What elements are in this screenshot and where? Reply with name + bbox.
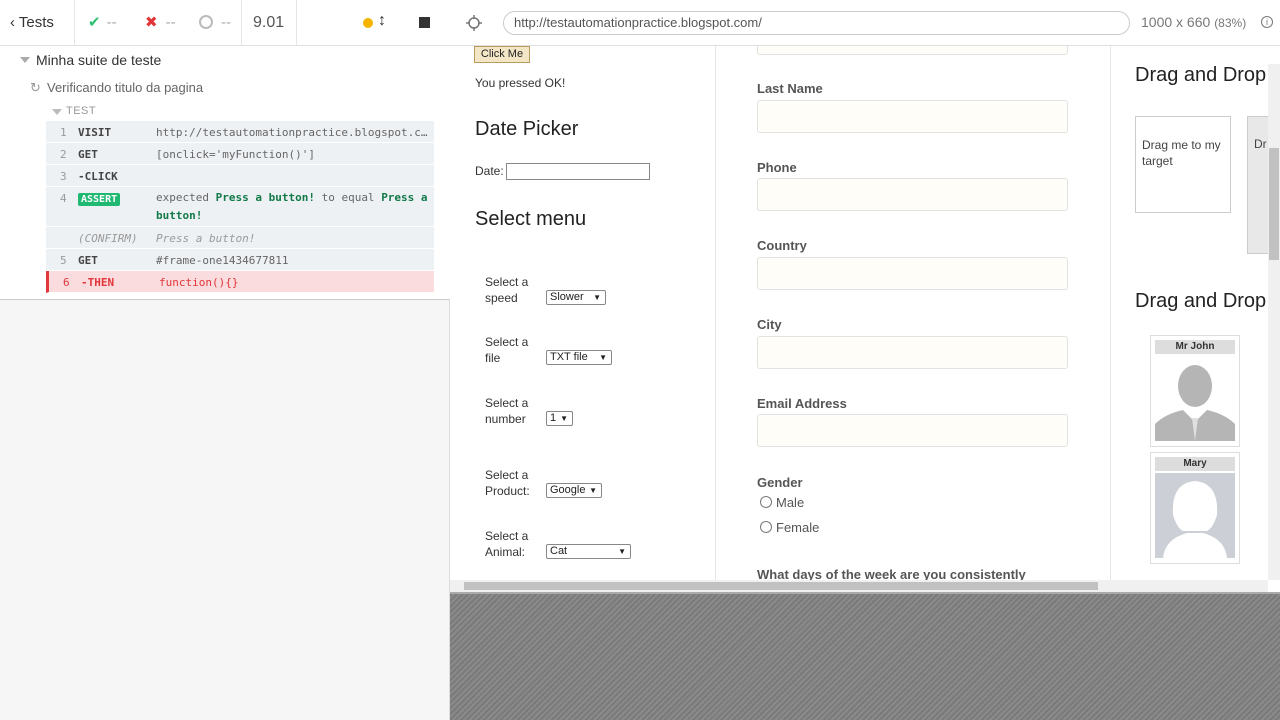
country-input[interactable] xyxy=(757,257,1068,290)
phone-label: Phone xyxy=(757,160,797,175)
viewport-background xyxy=(450,594,1280,720)
email-label: Email Address xyxy=(757,396,847,411)
animal-select[interactable]: Cat xyxy=(546,544,631,559)
select-label: Select a Animal: xyxy=(485,529,529,559)
person-name: Mr John xyxy=(1155,340,1235,354)
column-divider xyxy=(715,46,716,580)
failed-count: ✖ -- xyxy=(145,14,176,31)
last-name-input[interactable] xyxy=(757,100,1068,133)
url-field[interactable]: http://testautomationpractice.blogspot.c… xyxy=(503,11,1130,35)
date-picker-heading: Date Picker xyxy=(475,118,579,140)
file-select[interactable]: TXT file xyxy=(546,350,612,365)
date-input[interactable] xyxy=(506,163,650,180)
select-label: Select a file xyxy=(485,335,529,365)
date-label: Date: xyxy=(475,164,504,178)
spinner-icon: ↻ xyxy=(30,80,41,95)
stop-button[interactable] xyxy=(419,17,430,28)
divider xyxy=(241,0,242,46)
drag-drop-heading-2: Drag and Drop xyxy=(1135,290,1267,312)
selector-playground-icon[interactable] xyxy=(465,14,483,32)
command-row-assert[interactable]: 4 ASSERT expected Press a button! to equ… xyxy=(46,187,434,227)
draggable-box[interactable]: Drag me to my target xyxy=(1135,116,1231,213)
suite-title[interactable]: Minha suite de teste xyxy=(36,52,161,68)
test-section-label: TEST xyxy=(66,105,97,117)
drag-drop-heading: Drag and Drop xyxy=(1135,64,1267,86)
app-under-test: Click Me You pressed OK! Date Picker Dat… xyxy=(450,46,1280,594)
horizontal-scrollbar[interactable] xyxy=(450,580,1268,592)
test-tree: Minha suite de teste ↻ Verificando titul… xyxy=(0,46,450,300)
scroll-toggle-icon[interactable]: ↕ xyxy=(378,12,386,30)
divider xyxy=(296,0,297,46)
assert-badge: ASSERT xyxy=(78,193,121,206)
tests-back-button[interactable]: ‹ Tests xyxy=(10,0,54,46)
person-name: Mary xyxy=(1155,457,1235,471)
passed-count: ✔ -- xyxy=(88,14,117,31)
speed-select[interactable]: Slower xyxy=(546,290,606,305)
scroll-thumb[interactable] xyxy=(1269,148,1279,260)
command-log: 1 VISIT http://testautomationpractice.bl… xyxy=(46,121,434,293)
select-label: Select a Product: xyxy=(485,468,530,498)
gallery-item[interactable]: Mary xyxy=(1150,452,1240,564)
select-menu-heading: Select menu xyxy=(475,208,587,230)
country-label: Country xyxy=(757,238,807,253)
command-row[interactable]: 2 GET [onclick='myFunction()'] xyxy=(46,143,434,165)
column-divider xyxy=(1110,46,1111,580)
last-name-label: Last Name xyxy=(757,81,823,96)
click-me-button[interactable]: Click Me xyxy=(474,46,530,63)
test-title[interactable]: Verificando titulo da pagina xyxy=(47,80,203,95)
female-radio[interactable] xyxy=(760,521,772,533)
email-input[interactable] xyxy=(757,414,1068,447)
number-select[interactable]: 1 xyxy=(546,411,573,426)
female-label[interactable]: Female xyxy=(776,520,819,535)
select-label: Select a number xyxy=(485,396,529,426)
viewport-size: 1000 x 660 (83%) xyxy=(1141,14,1247,30)
city-input[interactable] xyxy=(757,336,1068,369)
info-icon[interactable]: i xyxy=(1261,16,1273,28)
stats-bar: ‹ Tests ✔ -- ✖ -- -- 9.01 ↕ xyxy=(0,0,450,46)
gender-label: Gender xyxy=(757,475,803,490)
city-label: City xyxy=(757,317,782,332)
product-select[interactable]: Google xyxy=(546,483,602,498)
command-row[interactable]: 1 VISIT http://testautomationpractice.bl… xyxy=(46,121,434,143)
check-icon: ✔ xyxy=(88,14,101,31)
command-row-failed[interactable]: 6 -THEN function(){} xyxy=(46,271,434,293)
command-row[interactable]: 5 GET #frame-one1434677811 xyxy=(46,249,434,271)
collapse-icon[interactable] xyxy=(20,57,30,63)
pending-circle-icon xyxy=(199,15,213,29)
reporter-panel: ‹ Tests ✔ -- ✖ -- -- 9.01 ↕ Minha suite de… xyxy=(0,0,450,720)
phone-input[interactable] xyxy=(757,178,1068,211)
male-radio[interactable] xyxy=(760,496,772,508)
select-label: Select a speed xyxy=(485,275,529,305)
command-row-event[interactable]: (CONFIRM) Press a button! xyxy=(46,227,434,249)
gallery-item[interactable]: Mr John xyxy=(1150,335,1240,447)
pending-count: -- xyxy=(199,0,231,46)
collapse-icon[interactable] xyxy=(52,109,62,115)
divider xyxy=(74,0,75,46)
duration: 9.01 xyxy=(253,14,285,31)
pressed-message: You pressed OK! xyxy=(475,76,566,90)
vertical-scrollbar[interactable] xyxy=(1268,64,1280,580)
cross-icon: ✖ xyxy=(145,14,158,31)
female-avatar-icon xyxy=(1155,473,1235,558)
male-label[interactable]: Male xyxy=(776,495,804,510)
running-indicator-icon xyxy=(363,18,373,28)
chevron-left-icon: ‹ xyxy=(10,14,19,31)
scroll-thumb[interactable] xyxy=(464,582,1098,590)
first-name-input[interactable] xyxy=(757,46,1068,55)
command-row[interactable]: 3 -CLICK xyxy=(46,165,434,187)
male-avatar-icon xyxy=(1155,356,1235,441)
